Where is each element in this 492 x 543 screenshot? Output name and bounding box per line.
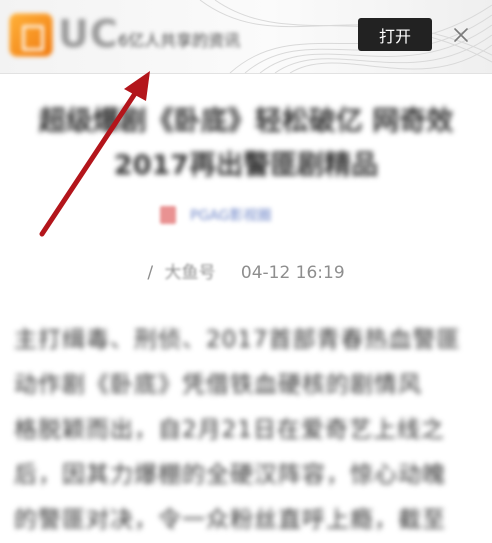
article-source: 大鱼号: [164, 263, 216, 283]
article-title: 超级爆剧《卧底》轻松破亿 网奇效2017再出警匪剧精品: [38, 106, 454, 181]
author-name[interactable]: PGAG影视圈: [190, 205, 271, 225]
article-timestamp: 04-12 16:19: [240, 263, 345, 283]
body-line: 的警匪对决，令一众粉丝直呼上瘾，截至: [14, 507, 446, 533]
article-body: 主打缉毒、刑侦、2017首部青春热血警匪 动作剧《卧底》凭借铁血硬核的剧情风 格…: [14, 318, 484, 543]
close-icon[interactable]: [451, 25, 471, 45]
article-meta: / 大鱼号 04-12 16:19: [0, 258, 492, 283]
banner-tagline: 6亿人共享的资讯: [118, 31, 241, 50]
app-download-banner[interactable]: UC 6亿人共享的资讯 打开: [0, 0, 492, 74]
uc-app-logo-icon: [9, 13, 53, 57]
body-line: 格脱颖而出，自2月21日在爱奇艺上线之: [14, 417, 445, 443]
author-avatar: [160, 206, 176, 224]
brand-mark: UC: [58, 12, 119, 56]
author-link[interactable]: PGAG影视圈: [160, 203, 271, 227]
body-line: 动作剧《卧底》凭借铁血硬核的剧情风: [14, 372, 422, 398]
open-app-button[interactable]: 打开: [358, 18, 432, 51]
body-line: 后，因其力爆棚的全硬汉阵容，惊心动魄: [14, 462, 446, 488]
meta-prefix: /: [147, 263, 154, 283]
body-line: 主打缉毒、刑侦、2017首部青春热血警匪: [14, 327, 461, 353]
